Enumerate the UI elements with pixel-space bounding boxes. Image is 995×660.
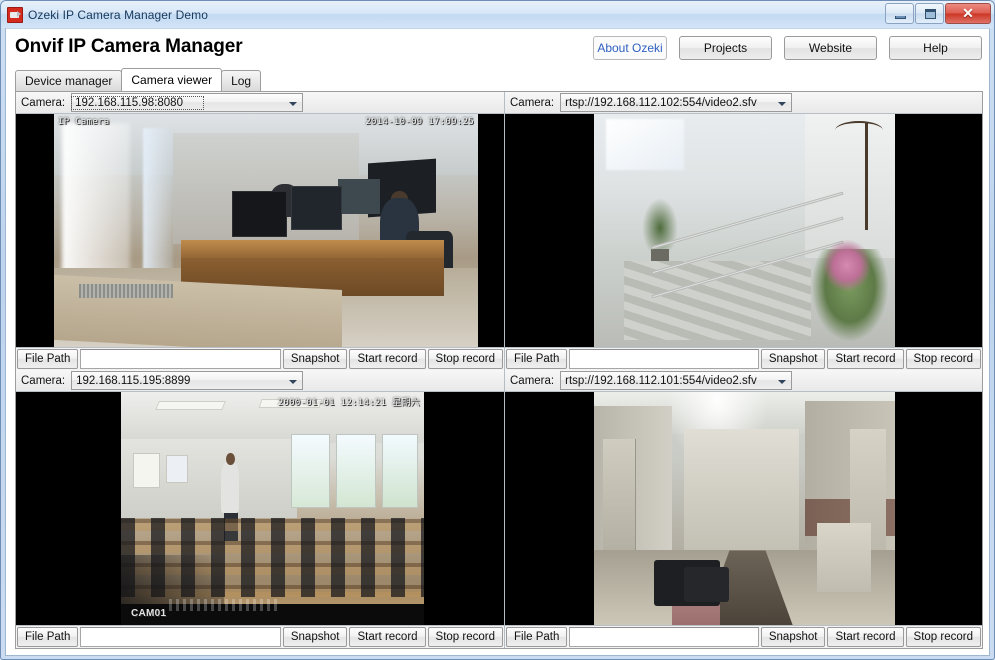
snapshot-button-4[interactable]: Snapshot (760, 627, 826, 647)
projects-button[interactable]: Projects (679, 36, 772, 60)
camera-controls-4: File Path Snapshot Start record Stop rec… (505, 625, 982, 648)
file-path-button-1[interactable]: File Path (17, 349, 79, 369)
camera-selector-row-2: Camera: rtsp://192.168.112.102:554/video… (505, 92, 982, 114)
camera-panel-2: Camera: rtsp://192.168.112.102:554/video… (505, 92, 982, 370)
camera-selector-row-1: Camera: 192.168.115.98:8080 (16, 92, 504, 114)
maximize-button[interactable] (915, 3, 944, 24)
client-area: Onvif IP Camera Manager About Ozeki Proj… (5, 28, 990, 656)
camera-select-4[interactable]: rtsp://192.168.112.101:554/video2.sfv (560, 371, 793, 390)
video-scene-stairwell (594, 114, 895, 347)
video-view-2[interactable] (505, 114, 982, 347)
stop-record-button-1[interactable]: Stop record (427, 349, 503, 369)
app-header: Onvif IP Camera Manager About Ozeki Proj… (6, 29, 989, 67)
video-view-1[interactable]: IP Camera 2014-10-09 17:09:25 (16, 114, 504, 347)
video-frame-4 (594, 392, 895, 625)
camera-selector-row-4: Camera: rtsp://192.168.112.101:554/video… (505, 370, 982, 392)
file-path-input-3[interactable] (80, 627, 281, 647)
close-icon: ✕ (962, 5, 974, 21)
about-ozeki-button[interactable]: About Ozeki (593, 36, 667, 60)
stop-record-button-4[interactable]: Stop record (905, 627, 981, 647)
video-scene-office (54, 114, 478, 347)
minimize-button[interactable] (885, 3, 914, 24)
camera-controls-2: File Path Snapshot Start record Stop rec… (505, 347, 982, 370)
website-button[interactable]: Website (784, 36, 877, 60)
osd-camera-name-3: CAM01 (131, 608, 167, 619)
camera-select-3-value: 192.168.115.195:8899 (76, 374, 191, 387)
video-frame-3: 2000-01-01 12:14:21 星期六 CAM01 (121, 392, 424, 625)
camera-viewer-panel: Camera: 192.168.115.98:8080 IP Camera 20… (15, 91, 983, 649)
camera-select-3[interactable]: 192.168.115.195:8899 (71, 371, 304, 390)
stop-record-button-3[interactable]: Stop record (427, 627, 503, 647)
header-button-group: About Ozeki Projects Website Help (593, 36, 982, 60)
camera-select-4-value: rtsp://192.168.112.101:554/video2.sfv (565, 374, 757, 387)
camera-label-1: Camera: (21, 96, 66, 109)
camera-controls-3: File Path Snapshot Start record Stop rec… (16, 625, 504, 648)
chevron-down-icon (778, 102, 787, 106)
start-record-button-4[interactable]: Start record (827, 627, 904, 647)
camera-grid: Camera: 192.168.115.98:8080 IP Camera 20… (16, 92, 982, 648)
snapshot-button-1[interactable]: Snapshot (282, 349, 348, 369)
snapshot-button-2[interactable]: Snapshot (760, 349, 826, 369)
start-record-button-1[interactable]: Start record (349, 349, 426, 369)
camera-label-2: Camera: (510, 96, 555, 109)
camera-panel-3: Camera: 192.168.115.195:8899 2000-01-01 … (16, 370, 505, 648)
camera-label-4: Camera: (510, 374, 555, 387)
video-frame-1: IP Camera 2014-10-09 17:09:25 (54, 114, 478, 347)
file-path-button-4[interactable]: File Path (506, 627, 568, 647)
file-path-button-2[interactable]: File Path (506, 349, 568, 369)
tab-log[interactable]: Log (221, 70, 262, 91)
osd-timestamp-3: 2000-01-01 12:14:21 星期六 (277, 398, 420, 408)
help-button[interactable]: Help (889, 36, 982, 60)
camera-select-2[interactable]: rtsp://192.168.112.102:554/video2.sfv (560, 93, 793, 112)
osd-camera-name-1: IP Camera (58, 117, 110, 127)
tab-camera-viewer[interactable]: Camera viewer (121, 68, 223, 91)
file-path-input-4[interactable] (569, 627, 759, 647)
close-button[interactable]: ✕ (945, 3, 991, 24)
camera-label-3: Camera: (21, 374, 66, 387)
stop-record-button-2[interactable]: Stop record (905, 349, 981, 369)
file-path-input-1[interactable] (80, 349, 281, 369)
window-controls: ✕ (884, 3, 991, 24)
window-title: Ozeki IP Camera Manager Demo (28, 7, 208, 22)
start-record-button-3[interactable]: Start record (349, 627, 426, 647)
video-frame-2 (594, 114, 895, 347)
tab-strip: Device manager Camera viewer Log (15, 68, 983, 91)
camera-select-1[interactable]: 192.168.115.98:8080 (71, 93, 304, 112)
app-camera-icon (7, 6, 23, 23)
video-view-4[interactable] (505, 392, 982, 625)
application-window: Ozeki IP Camera Manager Demo ✕ Onvif IP … (0, 0, 995, 660)
tab-device-manager[interactable]: Device manager (15, 70, 123, 91)
file-path-input-2[interactable] (569, 349, 759, 369)
video-scene-corridor (594, 392, 895, 625)
camera-controls-1: File Path Snapshot Start record Stop rec… (16, 347, 504, 370)
chevron-down-icon (289, 102, 298, 106)
file-path-button-3[interactable]: File Path (17, 627, 79, 647)
osd-timestamp-1: 2014-10-09 17:09:25 (365, 117, 474, 127)
maximize-icon (925, 9, 936, 19)
camera-panel-1: Camera: 192.168.115.98:8080 IP Camera 20… (16, 92, 505, 370)
chevron-down-icon (289, 380, 298, 384)
camera-panel-4: Camera: rtsp://192.168.112.101:554/video… (505, 370, 982, 648)
start-record-button-2[interactable]: Start record (827, 349, 904, 369)
chevron-down-icon (778, 380, 787, 384)
video-scene-classroom (121, 392, 424, 625)
minimize-icon (895, 16, 906, 19)
snapshot-button-3[interactable]: Snapshot (282, 627, 348, 647)
camera-selector-row-3: Camera: 192.168.115.195:8899 (16, 370, 504, 392)
video-view-3[interactable]: 2000-01-01 12:14:21 星期六 CAM01 (16, 392, 504, 625)
camera-select-1-value: 192.168.115.98:8080 (71, 95, 204, 110)
title-bar[interactable]: Ozeki IP Camera Manager Demo ✕ (1, 1, 994, 28)
camera-select-2-value: rtsp://192.168.112.102:554/video2.sfv (565, 96, 757, 109)
page-title: Onvif IP Camera Manager (15, 36, 243, 57)
